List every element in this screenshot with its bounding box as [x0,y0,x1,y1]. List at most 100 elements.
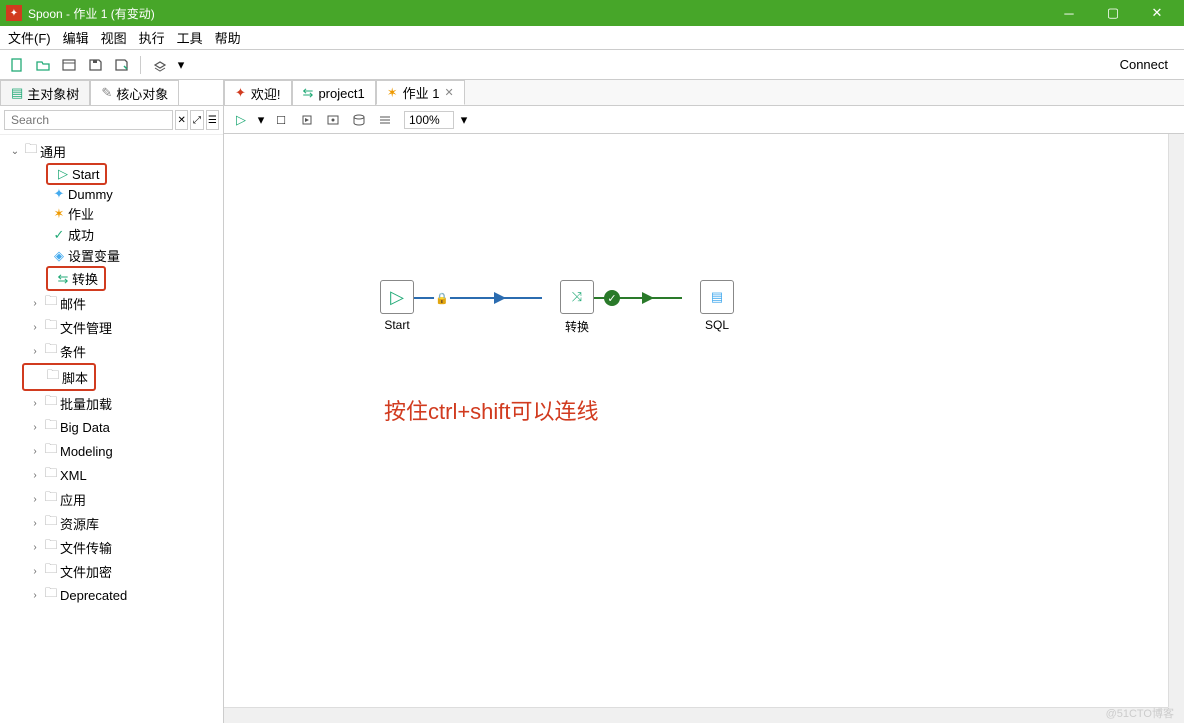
tree-node-success[interactable]: ✓成功 [0,224,223,245]
folder-icon [22,140,40,162]
step-start[interactable]: ▷ Start [362,280,432,332]
welcome-icon: ✦ [235,85,246,101]
trans-icon: ⤨ [572,289,582,305]
connect-button[interactable]: Connect [1110,57,1178,72]
job-icon: ✶ [387,85,398,101]
editor-tab-project1[interactable]: ⇆project1 [292,80,376,105]
folder-icon [42,416,60,438]
editor-tab-welcome[interactable]: ✦欢迎! [224,80,292,105]
menu-file[interactable]: 文件(F) [8,28,51,47]
titlebar: ✦ Spoon - 作业 1 (有变动) ─ ▢ ✕ [0,0,1184,26]
step-sql[interactable]: ▤ SQL [682,280,752,332]
sidebar-tabs: ▤ 主对象树 ✎ 核心对象 [0,80,223,106]
window-title: Spoon - 作业 1 (有变动) [28,5,1048,22]
watermark: @51CTO博客 [1106,705,1174,721]
separator [140,56,141,74]
save-button[interactable] [84,54,106,76]
collapse-all-button[interactable]: ☰ [206,110,219,130]
tree: ⌄通用 ▷Start ✦Dummy ✶作业 ✓成功 ◈设置变量 ⇆转换 ›邮件 … [0,135,223,723]
folder-icon [42,392,60,414]
folder-icon [42,464,60,486]
menu-help[interactable]: 帮助 [215,28,241,47]
saveas-button[interactable] [110,54,132,76]
menu-view[interactable]: 视图 [101,28,127,47]
db-icon: ▤ [11,85,23,101]
minimize-button[interactable]: ─ [1048,2,1090,24]
search-row: ✕ ⤢ ☰ [0,106,223,135]
menu-tools[interactable]: 工具 [177,28,203,47]
arrow-icon [642,292,654,304]
clear-search-button[interactable]: ✕ [175,110,188,130]
tree-node-deprecated[interactable]: ›Deprecated [0,583,223,607]
scrollbar-horizontal[interactable] [224,707,1168,723]
tree-node-job[interactable]: ✶作业 [0,203,223,224]
job-icon: ✶ [50,206,68,222]
trans-icon: ⇆ [54,271,72,287]
folder-icon [42,512,60,534]
perspective-dropdown[interactable]: ▾ [175,54,187,76]
sql-button[interactable] [348,109,370,131]
arrow-icon [494,292,506,304]
tree-node-setvar[interactable]: ◈设置变量 [0,245,223,266]
zoom-input[interactable] [404,111,454,129]
annotation-text: 按住ctrl+shift可以连线 [384,394,599,426]
tree-node-mail[interactable]: ›邮件 [0,291,223,315]
stop-button[interactable]: □ [270,109,292,131]
maximize-button[interactable]: ▢ [1092,2,1134,24]
editor-tabs: ✦欢迎! ⇆project1 ✶作业 1✕ [224,80,1184,106]
tree-node-script[interactable]: ›脚本 [24,365,94,389]
preview-button[interactable] [322,109,344,131]
menu-edit[interactable]: 编辑 [63,28,89,47]
folder-icon [44,366,62,388]
tree-node-app[interactable]: ›应用 [0,487,223,511]
tab-main-tree[interactable]: ▤ 主对象树 [0,80,90,105]
run-dropdown[interactable]: ▾ [256,109,266,131]
tree-node-general[interactable]: ⌄通用 [0,139,223,163]
tree-node-xml[interactable]: ›XML [0,463,223,487]
tree-node-start[interactable]: ▷Start [48,165,105,183]
expand-all-button[interactable]: ⤢ [190,110,203,130]
folder-icon [42,340,60,362]
new-button[interactable] [6,54,28,76]
pencil-icon: ✎ [101,85,112,101]
impact-button[interactable] [374,109,396,131]
tree-node-bigdata[interactable]: ›Big Data [0,415,223,439]
lock-icon: 🔒 [434,290,450,306]
close-button[interactable]: ✕ [1136,2,1178,24]
tree-node-fileenc[interactable]: ›文件加密 [0,559,223,583]
search-input[interactable] [4,110,173,130]
tree-node-dummy[interactable]: ✦Dummy [0,185,223,203]
check-icon: ✓ [50,227,68,243]
menu-run[interactable]: 执行 [139,28,165,47]
scrollbar-vertical[interactable] [1168,134,1184,707]
step-transform[interactable]: ⤨ 转换 [542,280,612,335]
folder-icon [42,292,60,314]
replay-button[interactable] [296,109,318,131]
zoom-dropdown[interactable]: ▾ [458,109,470,131]
editor-toolbar: ▷ ▾ □ ▾ [224,106,1184,134]
tree-node-filemgmt[interactable]: ›文件管理 [0,315,223,339]
dummy-icon: ✦ [50,186,68,202]
menubar: 文件(F) 编辑 视图 执行 工具 帮助 [0,26,1184,50]
perspective-button[interactable] [149,54,171,76]
play-icon: ▷ [54,166,72,182]
close-tab-button[interactable]: ✕ [444,86,453,99]
tree-node-bulkload[interactable]: ›批量加载 [0,391,223,415]
explore-button[interactable] [58,54,80,76]
folder-icon [42,560,60,582]
editor-panel: ✦欢迎! ⇆project1 ✶作业 1✕ ▷ ▾ □ ▾ 🔒 ✓ [224,80,1184,723]
tree-node-filetrans[interactable]: ›文件传输 [0,535,223,559]
tree-node-modeling[interactable]: ›Modeling [0,439,223,463]
tree-node-transform[interactable]: ⇆转换 [48,268,104,289]
trans-icon: ⇆ [303,85,314,101]
main-toolbar: ▾ Connect [0,50,1184,80]
tree-node-condition[interactable]: ›条件 [0,339,223,363]
run-button[interactable]: ▷ [230,109,252,131]
tree-node-repo[interactable]: ›资源库 [0,511,223,535]
tab-core-objects[interactable]: ✎ 核心对象 [90,80,179,105]
canvas[interactable]: 🔒 ✓ ▷ Start ⤨ 转换 ▤ SQL 按住ctrl+shift可以连线 [224,134,1184,723]
editor-tab-job1[interactable]: ✶作业 1✕ [376,80,465,105]
folder-icon [42,584,60,606]
open-button[interactable] [32,54,54,76]
folder-icon [42,440,60,462]
